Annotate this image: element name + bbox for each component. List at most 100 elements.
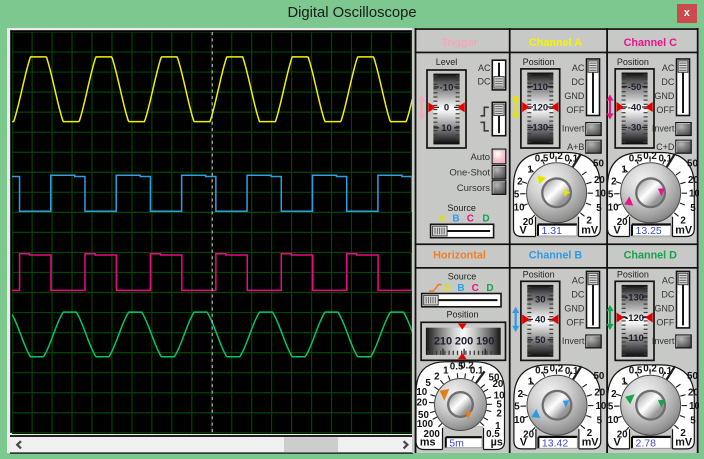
svg-text:5m: 5m bbox=[449, 437, 464, 449]
svg-text:Source: Source bbox=[448, 272, 477, 282]
svg-text:2: 2 bbox=[518, 389, 524, 400]
svg-text:2: 2 bbox=[611, 389, 617, 400]
svg-text:20: 20 bbox=[594, 175, 605, 186]
svg-text:0.5: 0.5 bbox=[629, 366, 643, 377]
svg-text:A: A bbox=[438, 214, 445, 225]
svg-text:B: B bbox=[452, 214, 459, 225]
svg-text:10: 10 bbox=[689, 189, 699, 200]
svg-text:Level: Level bbox=[436, 57, 458, 67]
svg-text:20: 20 bbox=[594, 388, 605, 399]
svg-text:V: V bbox=[519, 224, 527, 236]
svg-text:Position: Position bbox=[617, 269, 649, 279]
svg-text:20: 20 bbox=[492, 379, 503, 390]
svg-text:5: 5 bbox=[597, 416, 603, 427]
svg-text:1: 1 bbox=[621, 377, 627, 388]
svg-text:10: 10 bbox=[608, 415, 619, 426]
svg-text:A+B: A+B bbox=[567, 142, 584, 152]
svg-text:Invert: Invert bbox=[562, 336, 585, 346]
svg-text:2: 2 bbox=[517, 177, 523, 188]
svg-text:2: 2 bbox=[611, 177, 617, 188]
svg-text:1: 1 bbox=[443, 366, 449, 377]
svg-text:OFF: OFF bbox=[656, 317, 674, 327]
svg-text:120: 120 bbox=[532, 102, 548, 113]
svg-text:DC: DC bbox=[478, 76, 491, 86]
svg-text:Source: Source bbox=[447, 203, 476, 213]
svg-text:50: 50 bbox=[535, 335, 546, 346]
svg-text:30: 30 bbox=[535, 294, 546, 305]
svg-text:Position: Position bbox=[446, 310, 478, 320]
svg-text:1: 1 bbox=[528, 377, 534, 388]
svg-text:Horizontal: Horizontal bbox=[433, 250, 486, 262]
svg-text:50: 50 bbox=[593, 159, 604, 170]
svg-text:Channel D: Channel D bbox=[624, 249, 678, 261]
svg-text:AC: AC bbox=[478, 63, 491, 73]
svg-text:5: 5 bbox=[608, 402, 614, 413]
svg-text:GND: GND bbox=[564, 91, 585, 101]
svg-text:GND: GND bbox=[654, 303, 675, 313]
svg-text:20: 20 bbox=[688, 388, 699, 399]
svg-text:0.5: 0.5 bbox=[629, 153, 643, 164]
svg-text:10: 10 bbox=[514, 415, 525, 426]
svg-text:mV: mV bbox=[675, 437, 693, 449]
svg-text:A: A bbox=[443, 283, 450, 294]
svg-text:mV: mV bbox=[581, 224, 599, 236]
svg-text:50: 50 bbox=[687, 159, 698, 170]
svg-text:40: 40 bbox=[535, 315, 546, 326]
svg-text:GND: GND bbox=[564, 303, 585, 313]
svg-text:10: 10 bbox=[608, 203, 619, 214]
svg-text:One-Shot: One-Shot bbox=[449, 168, 490, 179]
svg-text:20: 20 bbox=[417, 397, 428, 408]
svg-text:0.5: 0.5 bbox=[535, 366, 549, 377]
svg-text:210: 210 bbox=[434, 336, 452, 348]
svg-text:13.42: 13.42 bbox=[542, 438, 568, 450]
svg-text:5: 5 bbox=[596, 203, 602, 214]
svg-text:2.78: 2.78 bbox=[636, 438, 657, 450]
svg-text:AC: AC bbox=[572, 63, 585, 73]
svg-text:D: D bbox=[486, 283, 493, 294]
svg-text:Invert: Invert bbox=[652, 336, 675, 346]
svg-text:mV: mV bbox=[582, 437, 600, 449]
svg-text:C: C bbox=[472, 283, 479, 294]
svg-text:110: 110 bbox=[533, 82, 548, 93]
svg-text:Position: Position bbox=[617, 57, 649, 67]
svg-text:50: 50 bbox=[687, 371, 698, 382]
svg-text:10: 10 bbox=[514, 203, 525, 214]
svg-text:C+D: C+D bbox=[656, 142, 675, 152]
svg-text:50: 50 bbox=[593, 371, 604, 382]
svg-text:AC: AC bbox=[572, 275, 585, 285]
svg-text:Position: Position bbox=[523, 57, 555, 67]
svg-text:D: D bbox=[482, 214, 489, 225]
svg-text:OFF: OFF bbox=[566, 105, 584, 115]
svg-text:Channel A: Channel A bbox=[529, 37, 582, 49]
svg-text:5: 5 bbox=[514, 189, 520, 200]
svg-text:Position: Position bbox=[523, 269, 555, 279]
svg-text:Auto: Auto bbox=[470, 152, 490, 163]
svg-text:1: 1 bbox=[527, 164, 533, 175]
svg-text:Invert: Invert bbox=[652, 124, 675, 134]
svg-text:B: B bbox=[457, 283, 464, 294]
svg-text:10: 10 bbox=[441, 123, 452, 134]
svg-text:AC: AC bbox=[662, 63, 675, 73]
svg-text:Invert: Invert bbox=[562, 124, 585, 134]
svg-text:10: 10 bbox=[595, 189, 606, 200]
svg-text:0.2: 0.2 bbox=[643, 151, 657, 162]
svg-text:0.2: 0.2 bbox=[549, 151, 563, 162]
svg-text:Cursors: Cursors bbox=[457, 183, 491, 194]
svg-text:-110: -110 bbox=[625, 333, 644, 344]
svg-text:Trigger: Trigger bbox=[441, 37, 478, 49]
svg-text:0.5: 0.5 bbox=[535, 153, 549, 164]
svg-text:2: 2 bbox=[496, 409, 502, 420]
svg-text:-50: -50 bbox=[628, 82, 642, 93]
svg-text:Channel B: Channel B bbox=[529, 249, 583, 261]
svg-text:DC: DC bbox=[571, 289, 584, 299]
svg-text:5: 5 bbox=[690, 416, 696, 427]
svg-text:GND: GND bbox=[654, 91, 675, 101]
svg-text:mV: mV bbox=[675, 224, 693, 236]
svg-text:200: 200 bbox=[455, 336, 473, 348]
svg-text:µs: µs bbox=[491, 436, 503, 448]
svg-text:10: 10 bbox=[689, 401, 699, 412]
svg-text:V: V bbox=[613, 437, 621, 449]
svg-text:V: V bbox=[613, 224, 621, 236]
svg-text:1.31: 1.31 bbox=[542, 225, 563, 237]
svg-text:2: 2 bbox=[434, 371, 440, 382]
